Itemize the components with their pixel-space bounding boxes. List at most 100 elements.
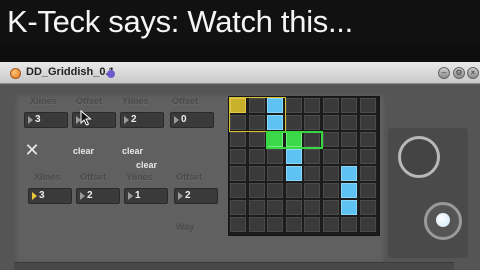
- grid-cell[interactable]: [267, 217, 283, 232]
- top-yoffset-value: 0: [181, 114, 187, 125]
- grid-cell[interactable]: [248, 132, 265, 147]
- grid-cell[interactable]: [248, 183, 265, 198]
- arrow-right-icon: [178, 192, 183, 200]
- grid-cell[interactable]: [285, 200, 302, 215]
- arrow-right-icon: [128, 192, 133, 200]
- top-xlines-label: Xlines: [30, 96, 57, 106]
- arrow-right-icon: [80, 192, 85, 200]
- grid-cell[interactable]: [341, 200, 357, 215]
- caption-text: K-Teck says: Watch this...: [7, 4, 353, 39]
- dial-knob-icon: [436, 213, 450, 227]
- clear-button-3[interactable]: clear: [136, 160, 157, 170]
- bottom-xlines-label: Xlines: [34, 172, 61, 182]
- grid-cell[interactable]: [359, 98, 376, 113]
- step-grid[interactable]: [228, 96, 380, 236]
- grid-cell[interactable]: [285, 115, 302, 130]
- grid-cell[interactable]: [230, 149, 246, 164]
- grid-cell[interactable]: [230, 166, 246, 181]
- grid-cell[interactable]: [285, 217, 302, 232]
- grid-cell[interactable]: [285, 183, 302, 198]
- grid-cell[interactable]: [341, 115, 357, 130]
- grid-cell[interactable]: [322, 166, 339, 181]
- top-xlines-numbox[interactable]: 3: [24, 112, 68, 128]
- grid-cell[interactable]: [304, 166, 320, 181]
- bottom-xoffset-label: Offset: [80, 172, 107, 182]
- bottom-xlines-numbox[interactable]: 3: [28, 188, 72, 204]
- bottom-ylines-numbox[interactable]: 1: [124, 188, 168, 204]
- grid-cell[interactable]: [230, 132, 246, 147]
- window-title: DD_Griddish_0.1: [26, 66, 115, 78]
- grid-cell[interactable]: [304, 200, 320, 215]
- grid-cell[interactable]: [359, 149, 376, 164]
- top-xoffset-label: Offset: [76, 96, 103, 106]
- footer-label: Way: [176, 222, 195, 232]
- bottom-ylines-value: 1: [135, 190, 141, 201]
- settings-icon[interactable]: ⚙: [453, 67, 465, 79]
- grid-cell[interactable]: [341, 98, 357, 113]
- grid-cell[interactable]: [322, 98, 339, 113]
- grid-cell[interactable]: [267, 200, 283, 215]
- grid-cell[interactable]: [304, 98, 320, 113]
- arrow-right-icon: [174, 116, 179, 124]
- reset-x-button[interactable]: ✕: [24, 141, 40, 159]
- arrow-right-icon: [28, 116, 33, 124]
- grid-cell[interactable]: [341, 149, 357, 164]
- top-ylines-numbox[interactable]: 2: [120, 112, 164, 128]
- grid-cell[interactable]: [322, 115, 339, 130]
- grid-cell[interactable]: [322, 200, 339, 215]
- grid-cell[interactable]: [230, 183, 246, 198]
- grid-cell[interactable]: [285, 149, 302, 164]
- mouse-cursor-icon: [80, 110, 92, 126]
- bottom-xlines-value: 3: [39, 190, 45, 201]
- grid-cell[interactable]: [341, 166, 357, 181]
- grid-cell[interactable]: [359, 217, 376, 232]
- grid-cell[interactable]: [359, 115, 376, 130]
- window-badge-icon: [107, 70, 115, 78]
- bottom-yoffset-numbox[interactable]: 2: [174, 188, 218, 204]
- grid-cell[interactable]: [285, 98, 302, 113]
- grid-cell[interactable]: [304, 115, 320, 130]
- top-ylines-label: Ylines: [122, 96, 149, 106]
- top-xoffset-numbox[interactable]: [72, 112, 116, 128]
- clear-button-2[interactable]: clear: [122, 146, 143, 156]
- selection-frame-green: [266, 131, 323, 149]
- grid-cell[interactable]: [359, 200, 376, 215]
- grid-cell[interactable]: [285, 166, 302, 181]
- grid-cell[interactable]: [248, 166, 265, 181]
- grid-cell[interactable]: [230, 200, 246, 215]
- grid-cell[interactable]: [359, 183, 376, 198]
- grid-cell[interactable]: [322, 149, 339, 164]
- grid-cell[interactable]: [267, 149, 283, 164]
- grid-cell[interactable]: [341, 217, 357, 232]
- bottom-xoffset-numbox[interactable]: 2: [76, 188, 120, 204]
- bottom-ylines-label: Ylines: [126, 172, 153, 182]
- close-icon[interactable]: ×: [467, 67, 479, 79]
- grid-cell[interactable]: [341, 132, 357, 147]
- grid-cell[interactable]: [304, 149, 320, 164]
- minimize-icon[interactable]: –: [438, 67, 450, 79]
- top-ylines-value: 2: [131, 114, 137, 125]
- top-yoffset-label: Offset: [172, 96, 199, 106]
- grid-cell[interactable]: [341, 183, 357, 198]
- top-xlines-value: 3: [35, 114, 41, 125]
- grid-cell[interactable]: [304, 217, 320, 232]
- grid-cell[interactable]: [322, 217, 339, 232]
- grid-cell[interactable]: [248, 149, 265, 164]
- grid-cell[interactable]: [248, 200, 265, 215]
- grid-cell[interactable]: [248, 217, 265, 232]
- grid-cell[interactable]: [304, 183, 320, 198]
- bottom-yoffset-label: Offset: [176, 172, 203, 182]
- grid-cell[interactable]: [230, 217, 246, 232]
- top-yoffset-numbox[interactable]: 0: [170, 112, 214, 128]
- bottom-scrollbar[interactable]: [14, 262, 454, 270]
- grid-cell[interactable]: [267, 183, 283, 198]
- grid-cell[interactable]: [359, 166, 376, 181]
- grid-cell[interactable]: [322, 132, 339, 147]
- rotary-dial-1[interactable]: [398, 136, 440, 178]
- window-titlebar[interactable]: DD_Griddish_0.1 – ⚙ ×: [0, 62, 480, 84]
- arrow-right-icon: [124, 116, 129, 124]
- clear-button-1[interactable]: clear: [73, 146, 94, 156]
- grid-cell[interactable]: [267, 166, 283, 181]
- grid-cell[interactable]: [359, 132, 376, 147]
- grid-cell[interactable]: [322, 183, 339, 198]
